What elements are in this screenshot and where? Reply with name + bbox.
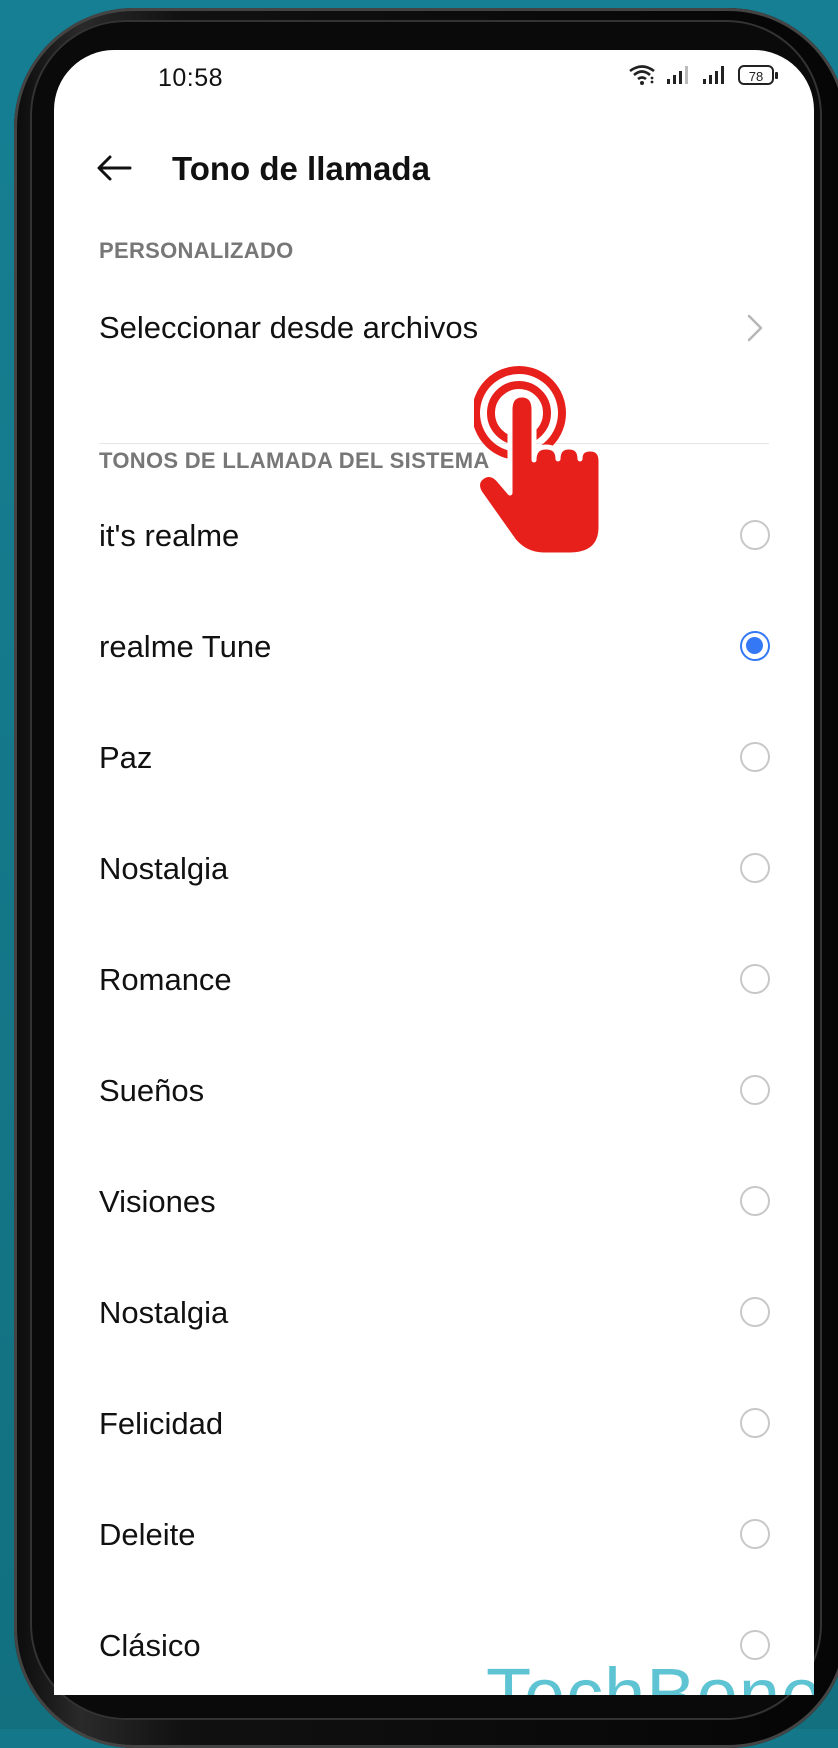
tone-row[interactable]: Felicidad	[54, 1375, 814, 1475]
wifi-icon	[629, 65, 655, 85]
tone-row[interactable]: realme Tune	[54, 598, 814, 698]
select-from-files-label: Seleccionar desde archivos	[99, 310, 479, 345]
tone-name: Romance	[99, 962, 232, 997]
page-title: Tono de llamada	[172, 150, 430, 187]
radio-unselected-icon[interactable]	[740, 1519, 770, 1549]
tone-name: Deleite	[99, 1517, 196, 1552]
tone-row[interactable]: Sueños	[54, 1042, 814, 1142]
radio-unselected-icon[interactable]	[740, 1408, 770, 1438]
tone-name: Nostalgia	[99, 851, 229, 886]
watermark-logo: TechBone	[486, 1653, 814, 1695]
tone-name: Nostalgia	[99, 1295, 229, 1330]
section-label-custom: PERSONALIZADO	[99, 238, 294, 263]
signal-icon-sim1	[667, 66, 688, 84]
status-time: 10:58	[158, 64, 224, 92]
tone-name: Paz	[99, 740, 153, 775]
tone-row[interactable]: Nostalgia	[54, 820, 814, 920]
radio-unselected-icon[interactable]	[740, 1075, 770, 1105]
signal-icon-sim2	[703, 66, 724, 84]
tone-row[interactable]: Deleite	[54, 1486, 814, 1586]
tap-hand-icon	[474, 366, 604, 558]
tone-name: it's realme	[99, 518, 240, 553]
tone-name: realme Tune	[99, 629, 272, 664]
tone-row[interactable]: Visiones	[54, 1153, 814, 1253]
select-from-files-row[interactable]: Seleccionar desde archivos	[54, 290, 814, 362]
radio-unselected-icon[interactable]	[740, 742, 770, 772]
back-arrow-icon[interactable]	[94, 148, 134, 188]
tone-row[interactable]: Romance	[54, 931, 814, 1031]
divider	[99, 443, 769, 444]
tone-name: Visiones	[99, 1184, 216, 1219]
status-icons: 78	[628, 64, 778, 86]
tone-row[interactable]: it's realme	[54, 487, 814, 587]
radio-selected-icon[interactable]	[740, 631, 770, 661]
tone-row[interactable]: Paz	[54, 709, 814, 809]
radio-unselected-icon[interactable]	[740, 1186, 770, 1216]
tone-name: Clásico	[99, 1628, 201, 1663]
radio-unselected-icon[interactable]	[740, 520, 770, 550]
chevron-right-icon	[747, 314, 763, 342]
radio-unselected-icon[interactable]	[740, 964, 770, 994]
tone-name: Sueños	[99, 1073, 205, 1108]
tone-row[interactable]: Nostalgia	[54, 1264, 814, 1364]
phone-screen: 10:58 78 Tono de llamada PERSONALIZADO S…	[54, 50, 814, 1695]
tone-name: Felicidad	[99, 1406, 224, 1441]
radio-unselected-icon[interactable]	[740, 853, 770, 883]
battery-icon: 78	[738, 65, 778, 85]
radio-unselected-icon[interactable]	[740, 1297, 770, 1327]
section-label-system: TONOS DE LLAMADA DEL SISTEMA	[99, 448, 490, 473]
